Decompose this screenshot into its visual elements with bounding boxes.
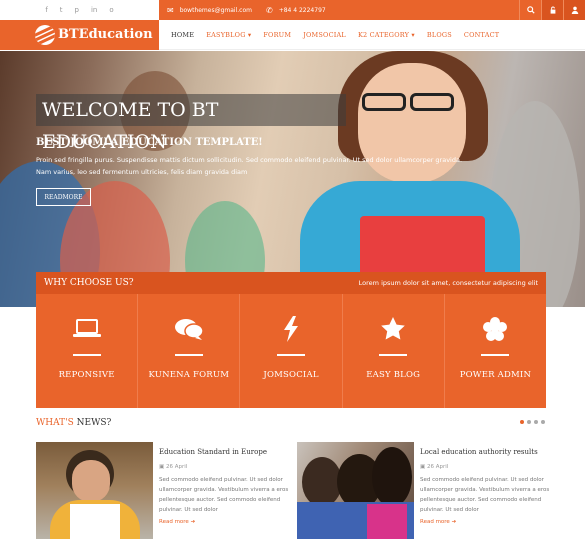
news-image-clothes: [367, 504, 407, 539]
site-logo[interactable]: BTEducation: [0, 19, 159, 50]
news-heading-suffix: NEWS?: [76, 418, 112, 428]
main-nav: HOME EASYBLOG ▾ FORUM JOMSOCIAL K2 CATEG…: [165, 31, 505, 39]
feature-jomsocial[interactable]: JOMSOCIAL: [240, 294, 343, 408]
feature-list: REPONSIVE KUNENA FORUM JOMSOCIAL EASY BL…: [36, 294, 546, 408]
hero-text-line: Nam varius, leo sed fermentum ultricies,…: [36, 168, 248, 176]
news-pagination: [520, 420, 545, 424]
news-title[interactable]: Education Standard in Europe: [159, 448, 289, 456]
news-image-shirt-stripe: [70, 504, 120, 539]
contact-info: ✉ bowthemes@gmail.com ✆ +84 4 2224797: [167, 6, 326, 15]
news-date: ▣ 26 April: [420, 464, 550, 470]
chat-bubbles-icon: [174, 316, 204, 342]
feature-label: REPONSIVE: [58, 370, 115, 380]
nav-forum[interactable]: FORUM: [257, 31, 297, 39]
arrow-circle-icon: ➔: [190, 519, 196, 525]
feature-label: JOMSOCIAL: [263, 370, 319, 380]
news-heading: WHAT'S NEWS?: [36, 418, 111, 428]
pinterest-icon[interactable]: p: [75, 6, 79, 14]
phone-icon: ✆: [265, 5, 273, 15]
nav-blogs[interactable]: BLOGS: [421, 31, 458, 39]
calendar-icon: ▣: [420, 464, 427, 470]
hero-readmore-button[interactable]: READMORE: [36, 188, 91, 206]
nav-jomsocial[interactable]: JOMSOCIAL: [297, 31, 352, 39]
news-image[interactable]: [297, 442, 414, 539]
feature-divider: [72, 354, 101, 356]
news-readmore-link[interactable]: Read more ➔: [420, 519, 550, 525]
pagination-dot[interactable]: [527, 420, 531, 424]
nav-home[interactable]: HOME: [165, 31, 200, 39]
news-image-person: [302, 457, 342, 507]
readmore-label: Read more: [420, 519, 450, 525]
envelope-icon: ✉: [167, 5, 174, 15]
contact-email[interactable]: bowthemes@gmail.com: [180, 7, 252, 14]
feature-power-admin[interactable]: POWER ADMIN: [445, 294, 546, 408]
news-card-body: Education Standard in Europe ▣ 26 April …: [159, 448, 289, 525]
lock-icon[interactable]: [541, 0, 563, 20]
feature-divider: [277, 354, 305, 356]
why-choose-us: WHY CHOOSE US? Lorem ipsum dolor sit ame…: [36, 272, 546, 408]
top-actions: [519, 0, 585, 20]
readmore-label: Read more: [159, 519, 189, 525]
why-title: WHY CHOOSE US?: [44, 278, 134, 288]
facebook-icon[interactable]: f: [45, 6, 47, 14]
news-date-text: 26 April: [165, 464, 188, 470]
nav-easyblog[interactable]: EASYBLOG ▾: [200, 31, 257, 39]
news-card-body: Local education authority results ▣ 26 A…: [420, 448, 550, 525]
feature-kunena-forum[interactable]: KUNENA FORUM: [138, 294, 241, 408]
news-date: ▣ 26 April: [159, 464, 289, 470]
user-icon[interactable]: [563, 0, 585, 20]
nav-k2-category[interactable]: K2 CATEGORY ▾: [352, 31, 421, 39]
lightning-icon: [276, 316, 306, 342]
hero-banner: WELCOME TO BT EDUCATION BEST JOOMLA EDUC…: [0, 51, 585, 307]
flower-icon: [480, 316, 510, 342]
feature-divider: [481, 354, 510, 356]
news-date-text: 26 April: [426, 464, 449, 470]
news-title[interactable]: Local education authority results: [420, 448, 550, 456]
top-bar: f t p in o ✉ bowthemes@gmail.com ✆ +84 4…: [0, 0, 585, 20]
site-header: BTEducation HOME EASYBLOG ▾ FORUM JOMSOC…: [0, 19, 585, 50]
news-card[interactable]: Local education authority results ▣ 26 A…: [297, 442, 550, 539]
hero-text-line: Proin sed fringilla purus. Suspendisse m…: [36, 156, 463, 164]
feature-label: POWER ADMIN: [459, 370, 532, 380]
news-readmore-link[interactable]: Read more ➔: [159, 519, 289, 525]
news-image-person: [372, 447, 412, 507]
logo-text: BTEducation: [58, 27, 153, 42]
feature-responsive[interactable]: REPONSIVE: [36, 294, 139, 408]
calendar-icon: ▣: [159, 464, 166, 470]
social-links: f t p in o: [0, 0, 159, 20]
feature-easy-blog[interactable]: EASY BLOG: [343, 294, 445, 408]
feature-label: KUNENA FORUM: [148, 370, 230, 380]
star-icon: [378, 316, 408, 342]
feature-label: EASY BLOG: [366, 370, 421, 380]
news-excerpt: Sed commodo eleifend pulvinar. Ut sed do…: [159, 477, 289, 513]
why-header: WHY CHOOSE US? Lorem ipsum dolor sit ame…: [36, 272, 546, 294]
page: f t p in o ✉ bowthemes@gmail.com ✆ +84 4…: [0, 0, 585, 553]
pagination-dot[interactable]: [520, 420, 524, 424]
why-tagline: Lorem ipsum dolor sit amet, consectetur …: [358, 279, 538, 287]
hero-text: Proin sed fringilla purus. Suspendisse m…: [36, 154, 476, 178]
nav-contact[interactable]: CONTACT: [458, 31, 505, 39]
hero-glasses: [362, 93, 406, 111]
news-image-face: [72, 460, 110, 502]
hero-title: WELCOME TO BT EDUCATION: [36, 94, 346, 153]
hero-glasses: [410, 93, 454, 111]
twitter-icon[interactable]: t: [60, 6, 63, 14]
feature-divider: [379, 354, 408, 356]
contact-phone: +84 4 2224797: [278, 6, 326, 14]
hero-subtitle: BEST JOOMLA EDUCATION TEMPLATE!: [36, 137, 263, 148]
arrow-circle-icon: ➔: [451, 519, 457, 525]
linkedin-icon[interactable]: in: [91, 6, 97, 14]
news-heading-prefix: WHAT'S: [36, 418, 74, 428]
news-excerpt: Sed commodo eleifend pulvinar. Ut sed do…: [420, 477, 550, 513]
laptop-icon: [72, 316, 102, 342]
news-image[interactable]: [36, 442, 153, 539]
news-card[interactable]: Education Standard in Europe ▣ 26 April …: [36, 442, 291, 539]
instagram-icon[interactable]: o: [109, 6, 113, 14]
search-icon[interactable]: [519, 0, 541, 20]
pagination-dot[interactable]: [534, 420, 538, 424]
pagination-dot[interactable]: [541, 420, 545, 424]
feature-divider: [174, 354, 203, 356]
globe-logo-icon: [35, 24, 55, 45]
